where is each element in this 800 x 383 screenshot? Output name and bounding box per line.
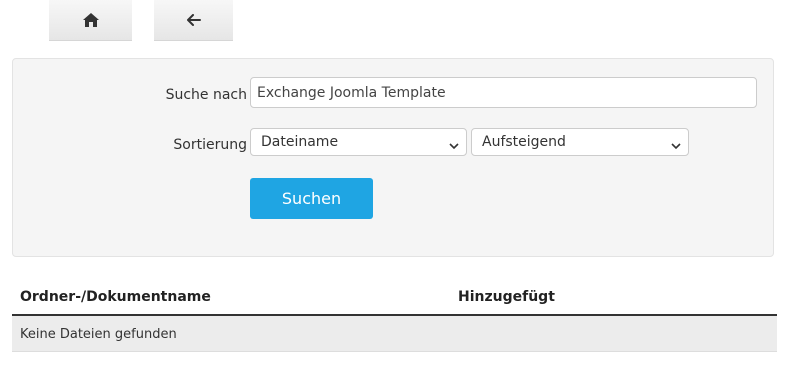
sort-field-value: Dateiname (261, 134, 339, 150)
search-label: Suche nach (165, 87, 247, 103)
results-table: Ordner-/Dokumentname Hinzugefügt Keine D… (12, 280, 777, 352)
sort-direction-select[interactable]: Aufsteigend (471, 128, 689, 156)
search-input[interactable] (250, 77, 757, 108)
chevron-down-icon (671, 138, 681, 154)
search-button[interactable]: Suchen (250, 178, 373, 219)
table-row: Keine Dateien gefunden (12, 316, 777, 352)
sort-field-select[interactable]: Dateiname (250, 128, 467, 156)
toolbar (0, 0, 800, 41)
column-header-added[interactable]: Hinzugefügt (458, 289, 555, 305)
table-header: Ordner-/Dokumentname Hinzugefügt (12, 280, 777, 316)
back-button[interactable] (154, 0, 233, 41)
column-header-name[interactable]: Ordner-/Dokumentname (20, 289, 211, 305)
chevron-down-icon (449, 138, 459, 154)
empty-message: Keine Dateien gefunden (20, 327, 177, 342)
arrow-left-icon (186, 14, 201, 26)
sort-label: Sortierung (173, 137, 247, 153)
sort-direction-value: Aufsteigend (482, 134, 566, 150)
home-icon (82, 13, 99, 27)
home-button[interactable] (49, 0, 132, 41)
